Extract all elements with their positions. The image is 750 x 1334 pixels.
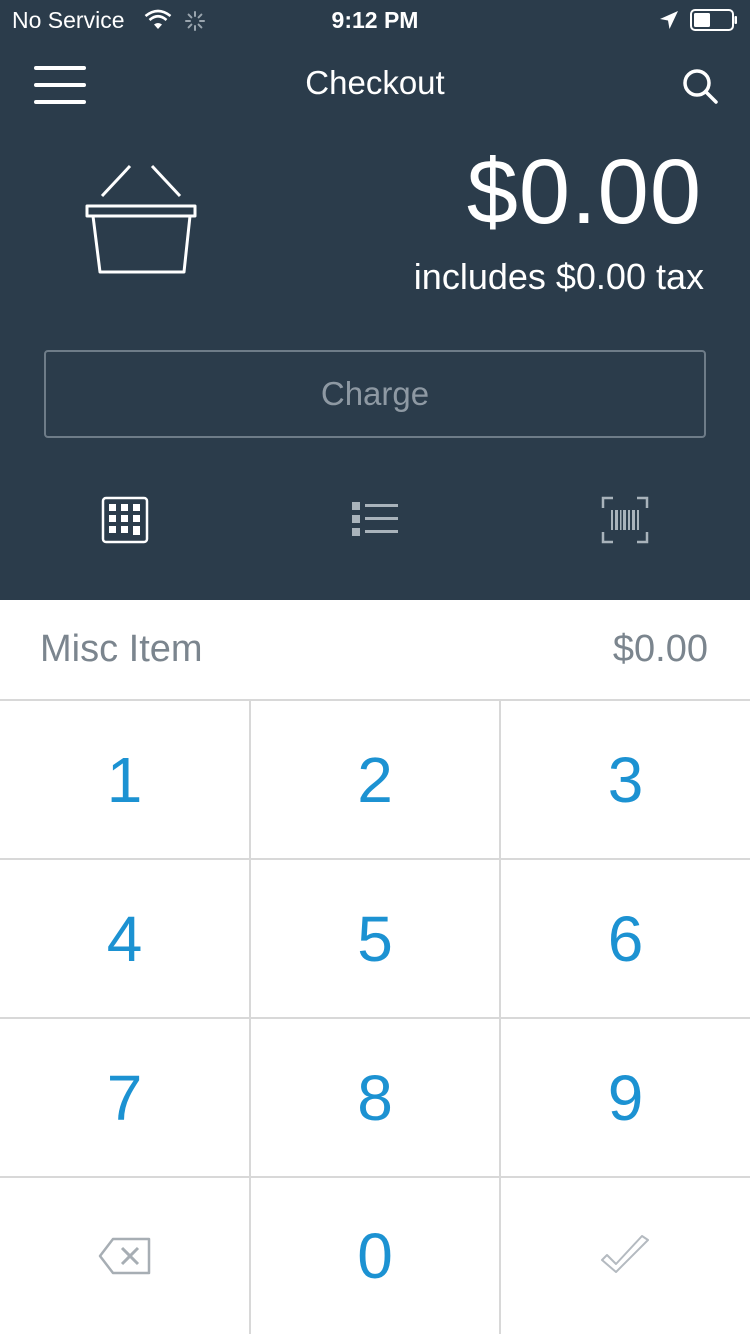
charge-button[interactable]: Charge [44, 350, 706, 438]
status-bar: No Service 9:12 PM [0, 0, 750, 40]
confirm-key[interactable] [501, 1178, 750, 1334]
list-icon[interactable] [335, 490, 415, 554]
key-8[interactable]: 8 [251, 1019, 499, 1176]
key-6[interactable]: 6 [501, 860, 750, 1017]
misc-item-price: $0.00 [612, 628, 708, 670]
basket-icon [85, 164, 197, 274]
checkmark-icon [600, 1235, 649, 1273]
misc-item-label: Misc Item [40, 628, 203, 670]
key-2[interactable]: 2 [251, 701, 499, 858]
keypad-grid-icon[interactable] [85, 490, 165, 554]
backspace-icon [98, 1237, 150, 1275]
key-9[interactable]: 9 [501, 1019, 750, 1176]
search-icon[interactable] [680, 66, 720, 106]
battery-icon [690, 9, 737, 31]
numeric-keypad: 1 2 3 4 5 6 7 8 9 0 [0, 701, 750, 1334]
key-7[interactable]: 7 [0, 1019, 249, 1176]
page-title: Checkout [305, 64, 445, 101]
key-3[interactable]: 3 [501, 701, 750, 858]
location-arrow-icon [660, 11, 678, 29]
checkout-header-panel: No Service 9:12 PM Checkout $0.00 includ… [0, 0, 750, 600]
tax-summary: includes $0.00 tax [413, 256, 704, 297]
backspace-key[interactable] [0, 1178, 249, 1334]
misc-item-row[interactable]: Misc Item $0.00 [0, 600, 750, 701]
clock-time: 9:12 PM [331, 7, 419, 33]
barcode-scan-icon[interactable] [585, 490, 665, 554]
key-5[interactable]: 5 [251, 860, 499, 1017]
key-4[interactable]: 4 [0, 860, 249, 1017]
key-0[interactable]: 0 [251, 1178, 499, 1334]
key-1[interactable]: 1 [0, 701, 249, 858]
navigation-bar: Checkout [0, 40, 750, 128]
cart-total: $0.00 [466, 141, 702, 243]
